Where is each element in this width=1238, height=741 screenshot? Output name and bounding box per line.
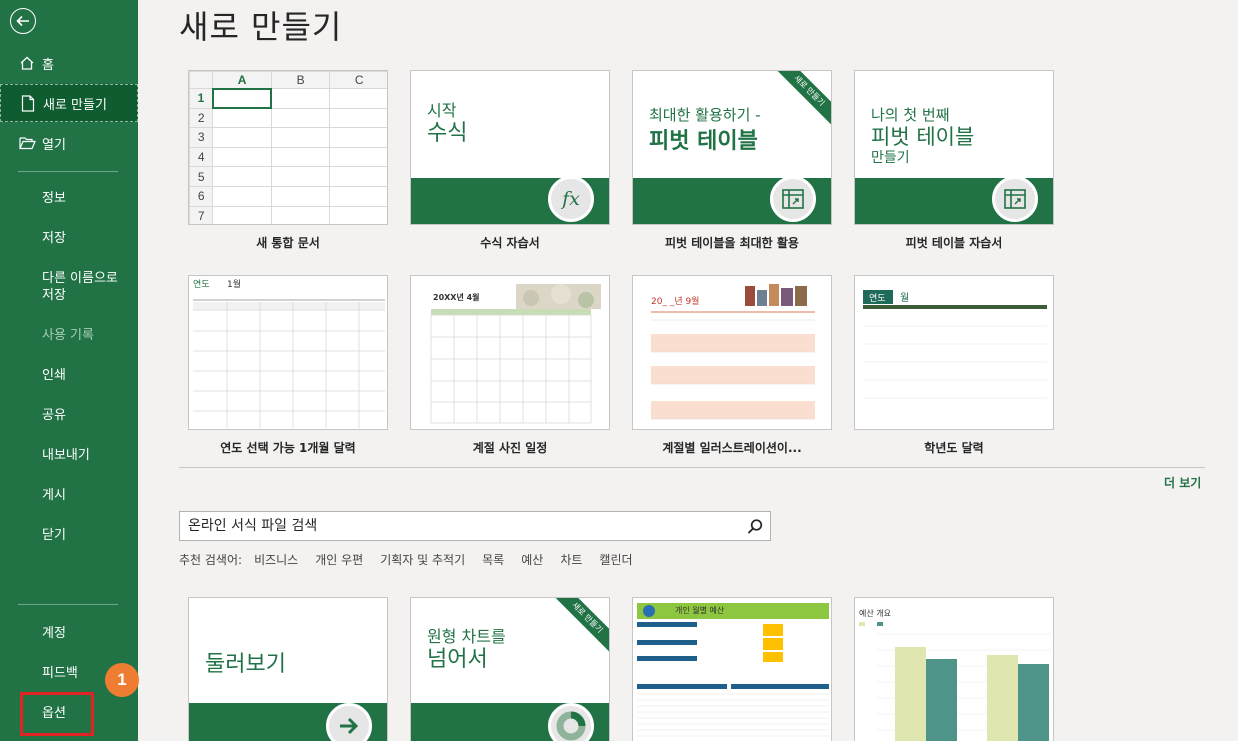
- nav-share[interactable]: 공유: [42, 407, 66, 424]
- template-budget-overview[interactable]: 예산 개요: [854, 597, 1054, 741]
- nav-close[interactable]: 닫기: [42, 527, 66, 544]
- tile-title2: 넘어서: [427, 647, 488, 672]
- section-divider: [179, 467, 1205, 468]
- arrow-right-icon: [326, 703, 372, 741]
- nav-open-label: 열기: [42, 137, 66, 153]
- template-tour[interactable]: 둘러보기: [188, 597, 388, 741]
- cal-month: 20_ _년 9월: [651, 297, 700, 307]
- suggested-label: 추천 검색어:: [179, 553, 243, 567]
- template-label: 피벗 테이블을 최대한 활용: [665, 236, 799, 250]
- template-seasonal-illustration[interactable]: 20_ _년 9월: [632, 275, 832, 430]
- budget-chart-preview: [859, 622, 1051, 741]
- template-pivot-tutorial[interactable]: 나의 첫 번째 피벗 테이블 만들기: [854, 70, 1054, 225]
- suggest-calendar[interactable]: 캘린더: [599, 551, 632, 568]
- search-icon[interactable]: [746, 518, 764, 536]
- back-arrow-icon[interactable]: [10, 8, 36, 34]
- calendar-preview: [193, 299, 385, 428]
- new-ribbon: 새로 만들기: [545, 598, 609, 660]
- nav-open[interactable]: 열기: [0, 124, 138, 162]
- tile-line1: 최대한 활용하기 -: [649, 106, 761, 124]
- chart-preview-title: 예산 개요: [859, 609, 891, 618]
- doughnut-chart-icon: [548, 703, 594, 741]
- nav-publish[interactable]: 게시: [42, 487, 66, 504]
- template-label: 계절별 일러스트레이션이...: [662, 441, 802, 455]
- nav-export[interactable]: 내보내기: [42, 447, 90, 464]
- template-formula-tutorial[interactable]: 시작 수식 fx: [410, 70, 610, 225]
- tile-line2: 수식: [427, 121, 468, 146]
- suggested-searches: 추천 검색어: 비즈니스 개인 우편 기획자 및 추적기 목록 예산 차트 캘린…: [179, 551, 650, 568]
- nav-home[interactable]: 홈: [0, 44, 138, 82]
- new-ribbon: 새로 만들기: [767, 71, 831, 133]
- cal-month: 1월: [227, 280, 242, 290]
- home-icon: [18, 54, 36, 72]
- cal-year: 연도: [193, 280, 210, 290]
- cal-month: 20XX년 4월: [433, 293, 480, 302]
- more-templates-link[interactable]: 더 보기: [1164, 474, 1201, 491]
- pivot-table-icon: [770, 176, 816, 222]
- tile-title: 둘러보기: [205, 652, 286, 677]
- step-badge: 1: [105, 663, 139, 697]
- template-label: 학년도 달력: [924, 441, 984, 455]
- suggest-budget[interactable]: 예산: [521, 551, 543, 568]
- template-label: 계절 사진 일정: [472, 441, 548, 455]
- nav-account[interactable]: 계정: [42, 625, 66, 642]
- template-pivot-best[interactable]: 새로 만들기 최대한 활용하기 - 피벗 테이블: [632, 70, 832, 225]
- template-school-year[interactable]: 연도 월: [854, 275, 1054, 430]
- template-label: 피벗 테이블 자습서: [905, 236, 1003, 250]
- tile-line3: 만들기: [871, 150, 910, 166]
- budget-preview: [637, 603, 829, 737]
- nav-home-label: 홈: [42, 57, 54, 73]
- options-highlight-box: [20, 692, 94, 736]
- pivot-table-icon: [992, 176, 1038, 222]
- backstage-sidebar: 홈 새로 만들기 열기 정보 저장 다른 이름으로 저장 사용 기록 인쇄 공유…: [0, 0, 138, 741]
- template-seasonal-photo[interactable]: 20XX년 4월: [410, 275, 610, 430]
- suggest-planner[interactable]: 기획자 및 추적기: [380, 551, 465, 568]
- folder-open-icon: [18, 134, 36, 152]
- template-month-calendar[interactable]: 연도 1월: [188, 275, 388, 430]
- template-beyond-pie[interactable]: 새로 만들기 원형 차트를 넘어서: [410, 597, 610, 741]
- blank-grid-preview: ABC 1 2 3 4 5 6 7: [189, 71, 387, 224]
- nav-save[interactable]: 저장: [42, 230, 66, 247]
- nav-new[interactable]: 새로 만들기: [0, 84, 138, 122]
- nav-new-label: 새로 만들기: [43, 97, 107, 113]
- nav-feedback[interactable]: 피드백: [42, 665, 78, 682]
- cal-year: 연도: [869, 294, 886, 304]
- template-blank-workbook[interactable]: ABC 1 2 3 4 5 6 7: [188, 70, 388, 225]
- nav-print[interactable]: 인쇄: [42, 367, 66, 384]
- tile-line2: 피벗 테이블: [649, 129, 758, 154]
- template-label: 새 통합 문서: [256, 236, 320, 250]
- sidebar-divider: [18, 604, 118, 605]
- fx-icon: fx: [548, 176, 594, 222]
- template-label: 연도 선택 가능 1개월 달력: [220, 441, 356, 455]
- suggest-personal-mail[interactable]: 개인 우편: [315, 551, 363, 568]
- template-label: 수식 자습서: [480, 236, 540, 250]
- nav-save-as[interactable]: 다른 이름으로 저장: [42, 270, 132, 304]
- nav-history[interactable]: 사용 기록: [42, 327, 94, 344]
- template-search-input[interactable]: [180, 513, 730, 539]
- sidebar-divider: [18, 171, 118, 172]
- suggest-business[interactable]: 비즈니스: [254, 551, 298, 568]
- cal-month: 월: [900, 293, 910, 304]
- nav-info[interactable]: 정보: [42, 190, 66, 207]
- template-monthly-budget[interactable]: 개인 월별 예산: [632, 597, 832, 741]
- new-document-icon: [19, 94, 37, 112]
- template-search-box: [179, 511, 771, 541]
- suggest-list[interactable]: 목록: [482, 551, 504, 568]
- budget-header: 개인 월별 예산: [675, 606, 725, 615]
- page-title: 새로 만들기: [179, 8, 343, 46]
- suggest-chart[interactable]: 차트: [560, 551, 582, 568]
